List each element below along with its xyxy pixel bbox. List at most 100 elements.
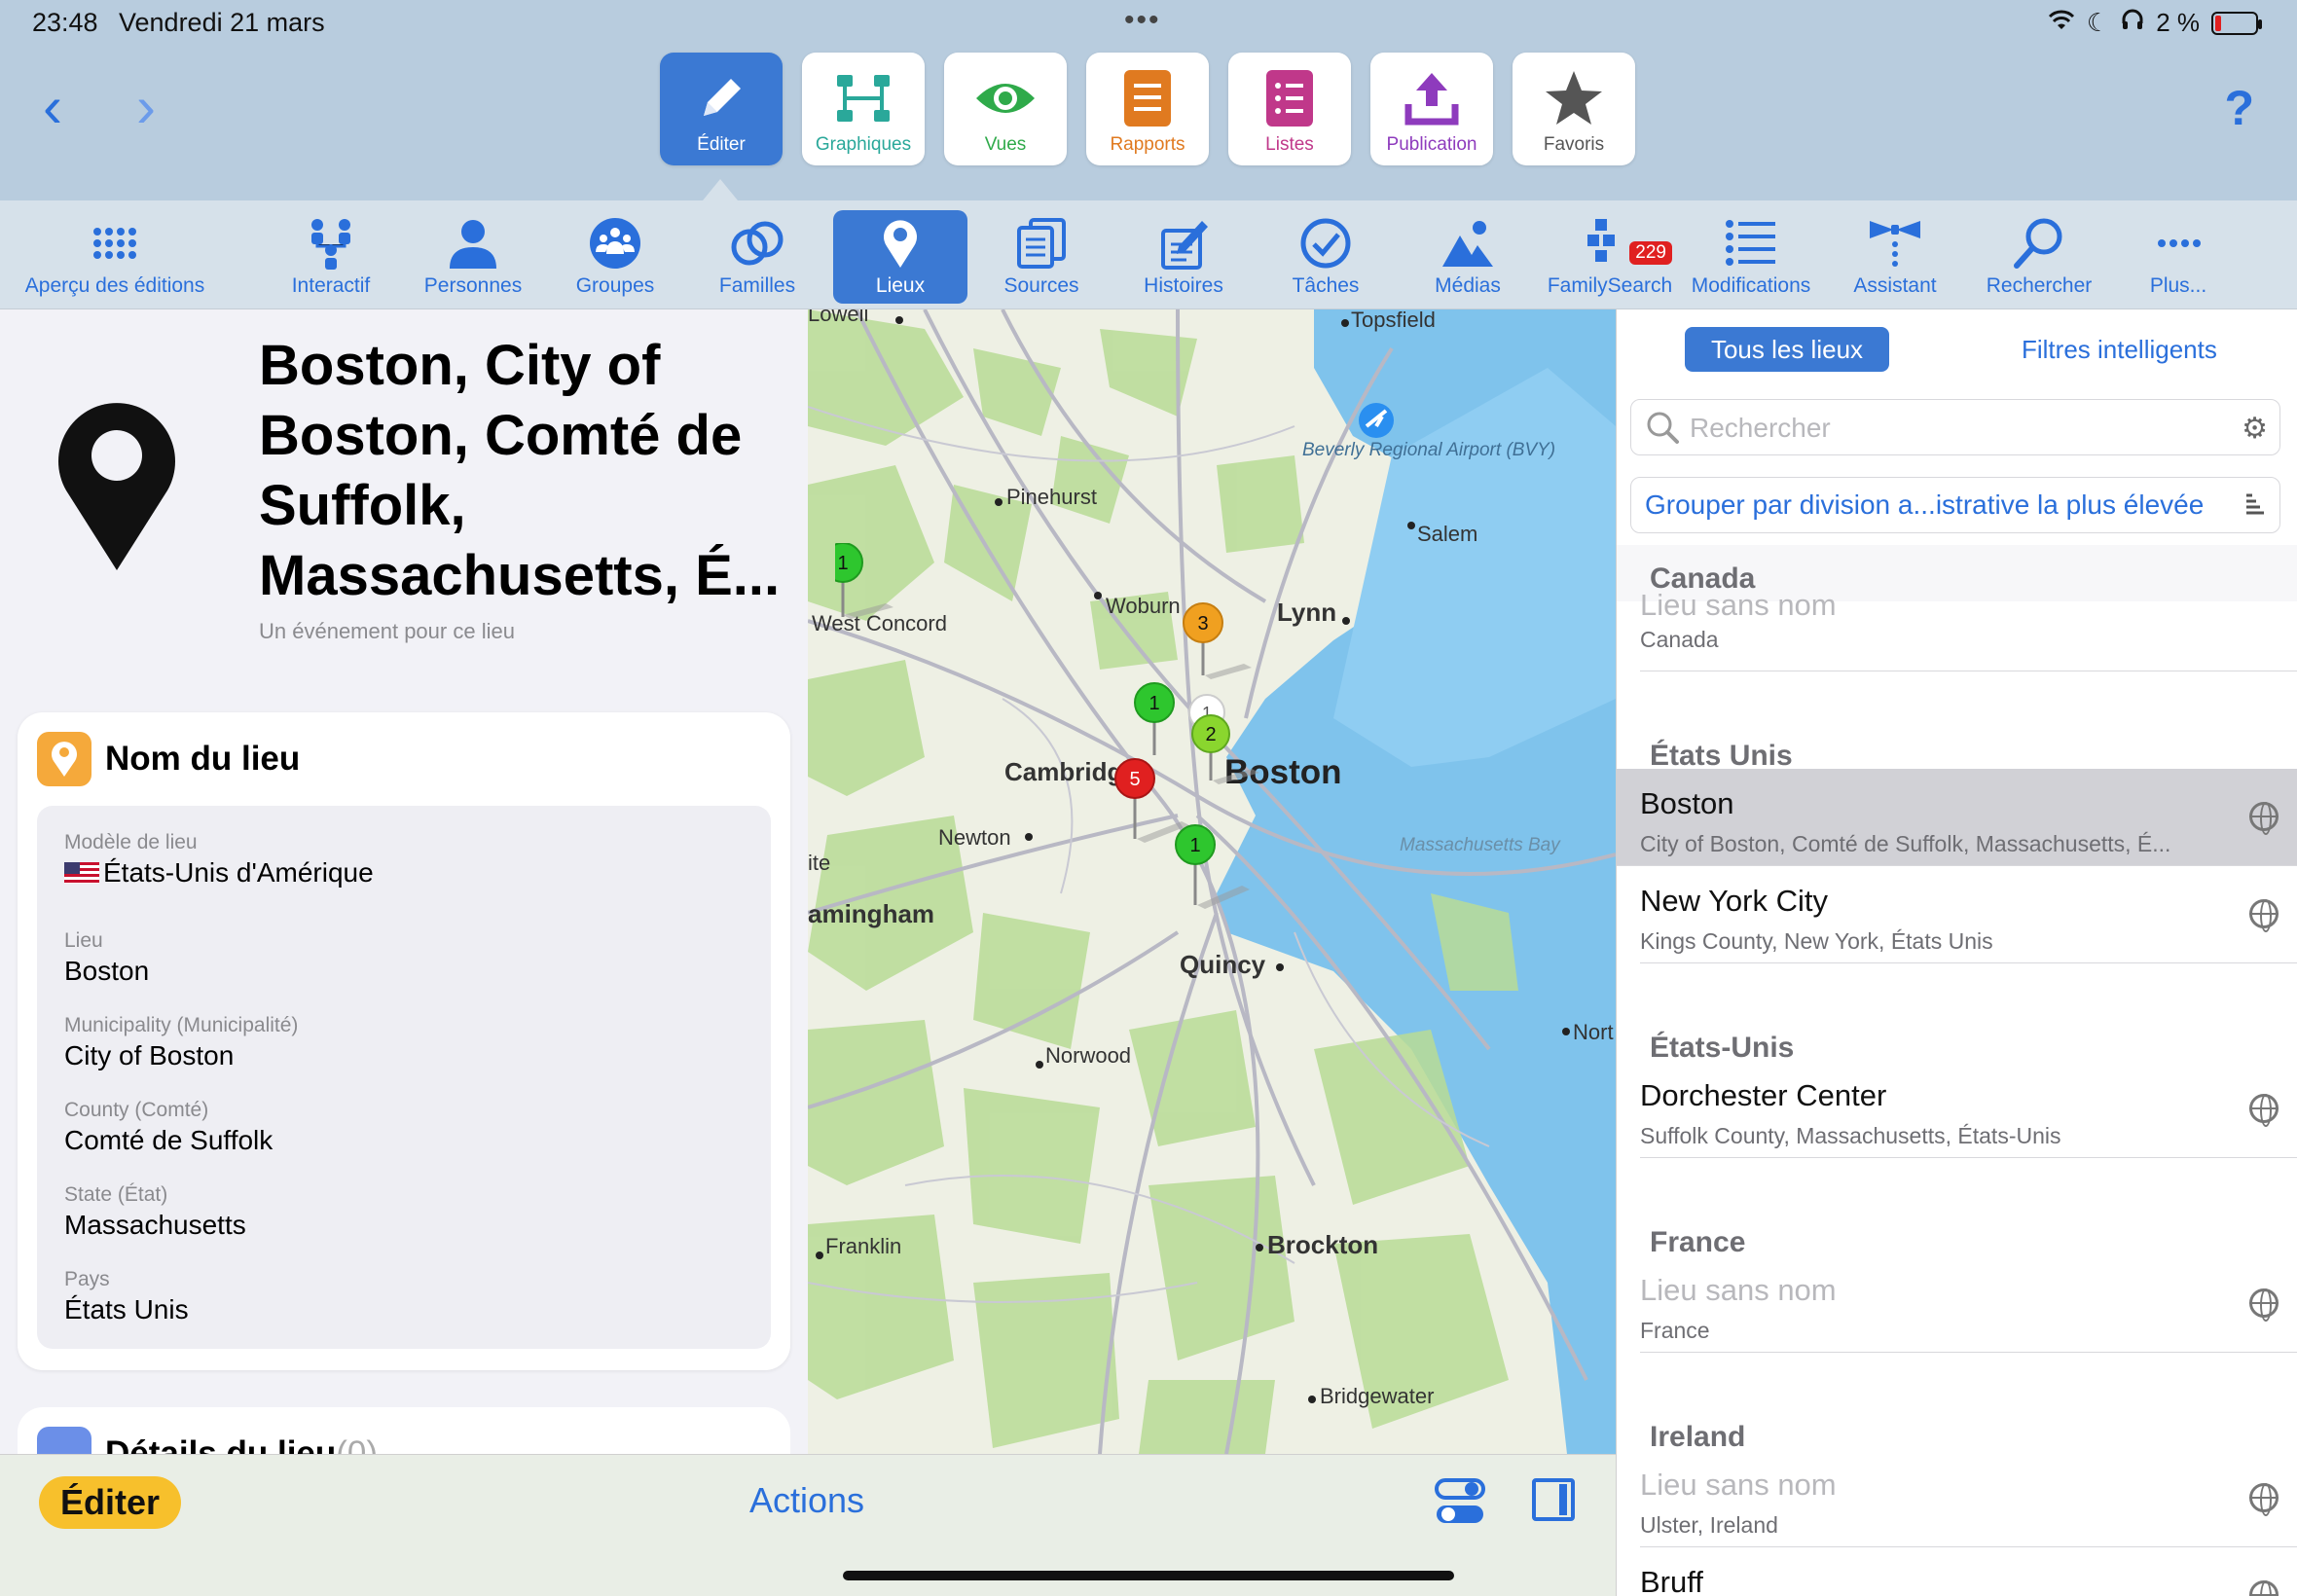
mode-tab-publication[interactable]: Publication [1370, 53, 1493, 165]
field-value: États-Unis d'Amérique [64, 857, 744, 890]
field-value: Boston [64, 955, 150, 986]
tool-familysearch[interactable]: 229 FamilySearch [1548, 210, 1672, 304]
tool-histoires[interactable]: Histoires [1135, 210, 1232, 304]
map-label-topsfield: Topsfield [1351, 309, 1436, 332]
list-item[interactable]: Dorchester Center Suffolk County, Massac… [1640, 1061, 2297, 1158]
settings-toggle-icon[interactable] [1435, 1476, 1485, 1532]
mode-tab-listes[interactable]: Listes [1228, 53, 1351, 165]
tool-plus[interactable]: Plus... [2137, 210, 2219, 304]
field-place-template[interactable]: Modèle de lieu États-Unis d'Amérique [64, 831, 744, 890]
field-country[interactable]: Pays États Unis [64, 1268, 744, 1325]
group-by-selector[interactable]: Grouper par division a...istrative la pl… [1630, 477, 2280, 533]
places-list: Canada Lieu sans nom Canada États Unis B… [1617, 545, 2297, 1596]
sidebar-toggle-icon[interactable] [1532, 1478, 1575, 1521]
place-name: Lieu sans nom [1640, 1468, 1837, 1502]
tool-rechercher[interactable]: Rechercher [1980, 210, 2098, 304]
place-subtitle: Suffolk County, Massachusetts, États-Uni… [1640, 1123, 2061, 1148]
active-mode-caret [703, 179, 738, 200]
pin-count: 5 [1129, 769, 1140, 790]
sources-icon [1012, 216, 1071, 271]
tool-personnes[interactable]: Personnes [419, 210, 528, 304]
list-item[interactable]: Lieu sans nom France [1640, 1255, 2297, 1353]
search-field: ⚙ [1630, 399, 2280, 455]
field-state[interactable]: State (État) Massachusetts [64, 1183, 744, 1241]
forward-button[interactable]: › [136, 78, 156, 136]
checkmark-icon [1296, 216, 1355, 271]
map-label-norwood: Norwood [1045, 1043, 1132, 1068]
mode-tab-rapports[interactable]: Rapports [1086, 53, 1209, 165]
card-title: Détails du lieu(0) [105, 1434, 378, 1454]
field-lieu[interactable]: Lieu Boston [64, 929, 744, 987]
place-subtitle: Canada [1640, 627, 1719, 652]
tool-groupes[interactable]: Groupes [565, 210, 666, 304]
multitasking-dots-icon[interactable]: ••• [1124, 4, 1161, 37]
place-details-card[interactable]: Détails du lieu(0) [18, 1407, 790, 1454]
tool-interactif[interactable]: Interactif [282, 210, 380, 304]
tool-assistant[interactable]: Assistant [1845, 210, 1945, 304]
search-icon [2010, 216, 2068, 271]
pin-count: 1 [1148, 693, 1159, 714]
card-title: Nom du lieu [105, 740, 301, 778]
list-item[interactable]: Bruff [1640, 1547, 2297, 1596]
list-item[interactable]: Lieu sans nom Canada [1640, 588, 2297, 671]
back-button[interactable]: ‹ [43, 78, 62, 136]
section-toolbar: Aperçu des éditions Interactif Personnes… [0, 200, 2297, 309]
location-pin-icon [871, 216, 930, 271]
tool-medias[interactable]: Médias [1419, 210, 1516, 304]
place-name: Lieu sans nom [1640, 1273, 1837, 1307]
map-label-salem: Salem [1417, 522, 1478, 546]
field-county[interactable]: County (Comté) Comté de Suffolk [64, 1099, 744, 1156]
tool-taches[interactable]: Tâches [1279, 210, 1372, 304]
mode-tab-vues[interactable]: Vues [944, 53, 1067, 165]
map-view[interactable]: Lowell Topsfield Beverly Regional Airpor… [808, 309, 1616, 1454]
map-pin[interactable]: 2 [1189, 712, 1267, 795]
globe-icon [2249, 899, 2279, 932]
tab-all-places[interactable]: Tous les lieux [1685, 327, 1889, 372]
page-title: Boston, City of Boston, Comté de Suffolk… [259, 334, 781, 607]
help-button[interactable]: ? [2224, 80, 2254, 136]
globe-icon [2249, 802, 2279, 835]
mode-tab-editer[interactable]: Éditer [660, 53, 783, 165]
tool-label: Histoires [1144, 274, 1223, 297]
gear-icon[interactable]: ⚙ [2242, 412, 2268, 446]
actions-button[interactable]: Actions [749, 1480, 864, 1521]
map-pin[interactable]: 1 [822, 542, 903, 626]
place-details-icon [37, 1427, 91, 1454]
section-header: États Unis [1617, 671, 2297, 772]
field-label: Pays [64, 1267, 110, 1290]
map-pin[interactable]: 3 [1182, 601, 1259, 684]
list-item[interactable]: Lieu sans nom Ulster, Ireland [1640, 1450, 2297, 1547]
tool-familles[interactable]: Familles [709, 210, 806, 304]
tool-sources[interactable]: Sources [991, 210, 1092, 304]
mode-tab-graphiques[interactable]: Graphiques [802, 53, 925, 165]
sort-icon [2244, 491, 2266, 517]
list-item[interactable]: Boston City of Boston, Comté de Suffolk,… [1617, 769, 2297, 866]
tool-lieux[interactable]: Lieux [833, 210, 967, 304]
field-value: Massachusetts [64, 1209, 246, 1240]
map-label-brockton: Brockton [1267, 1230, 1379, 1259]
place-subtitle: Ulster, Ireland [1640, 1512, 1778, 1538]
tab-smart-filters[interactable]: Filtres intelligents [2022, 335, 2217, 365]
field-value: États Unis [64, 1293, 189, 1324]
edit-button[interactable]: Éditer [39, 1476, 182, 1529]
mode-tab-label: Éditer [697, 134, 746, 155]
mode-tab-favoris[interactable]: Favoris [1513, 53, 1635, 165]
tool-label: Aperçu des éditions [24, 274, 205, 297]
tool-label: Lieux [875, 274, 926, 297]
map-label-bridgewater: Bridgewater [1320, 1384, 1435, 1408]
more-icon [2149, 216, 2207, 271]
location-pin-icon [37, 732, 91, 786]
status-indicators: ☾ 2 % [2048, 8, 2262, 38]
eye-icon [973, 66, 1038, 130]
tool-label: Sources [1003, 274, 1079, 297]
map-label-newton: Newton [938, 825, 1011, 850]
tool-apercu[interactable]: Aperçu des éditions [19, 210, 210, 304]
search-input[interactable] [1690, 410, 2196, 447]
interactive-tree-icon [302, 216, 360, 271]
map-pin[interactable]: 1 [1174, 823, 1261, 916]
tool-modifications[interactable]: Modifications [1688, 210, 1814, 304]
tool-label: Familles [718, 274, 796, 297]
field-municipality[interactable]: Municipality (Municipalité) City of Bost… [64, 1014, 744, 1071]
map-label-lowell: Lowell [808, 309, 869, 326]
list-item[interactable]: New York City Kings County, New York, Ét… [1640, 866, 2297, 963]
